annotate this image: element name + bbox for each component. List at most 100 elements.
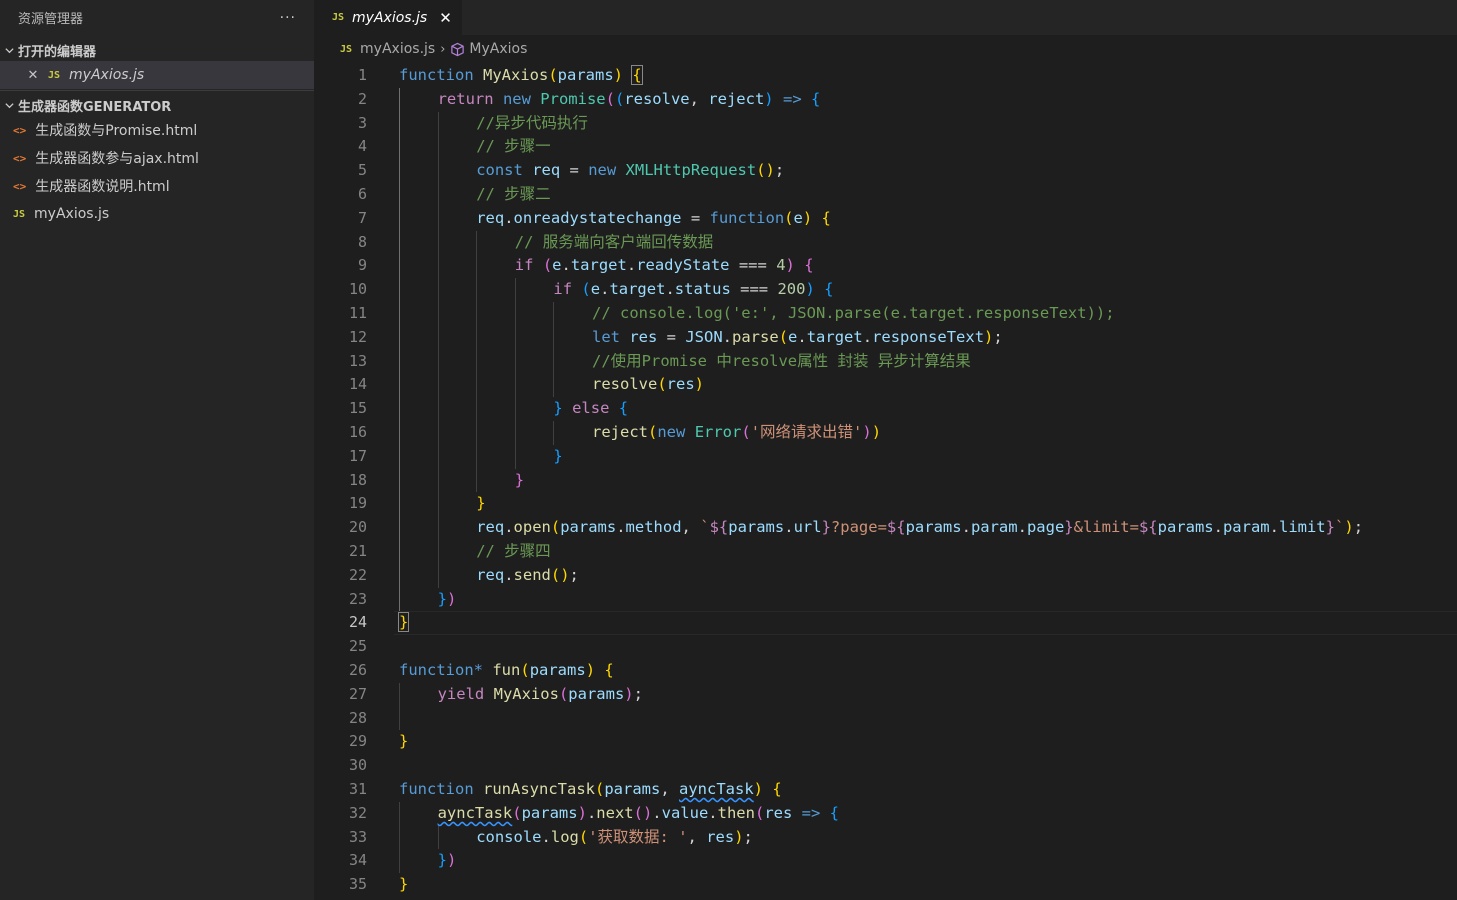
- code-token: ): [862, 423, 872, 441]
- code-token: ;: [1353, 518, 1364, 537]
- code-line[interactable]: 23}): [314, 588, 1457, 612]
- code-token: next: [596, 803, 634, 822]
- code-line[interactable]: 10 if (e.target.status === 200) {: [314, 278, 1457, 302]
- line-number: 31: [348, 780, 367, 798]
- breadcrumb-file[interactable]: myAxios.js: [360, 41, 435, 57]
- breadcrumb: JS myAxios.js › MyAxios: [314, 35, 1457, 63]
- breadcrumb-symbol[interactable]: MyAxios: [469, 41, 527, 57]
- more-actions-icon[interactable]: ···: [276, 8, 300, 28]
- code-line[interactable]: 22 req.send();: [314, 564, 1457, 588]
- code-token: responseText: [872, 327, 985, 346]
- open-editors-section-header[interactable]: 打开的编辑器: [0, 39, 314, 61]
- code-line[interactable]: 17}: [314, 445, 1457, 469]
- code-token: ,: [681, 518, 701, 537]
- code-line[interactable]: 20 req.open(params.method, `${params.url}…: [314, 516, 1457, 540]
- code-line[interactable]: 29}: [314, 730, 1457, 754]
- close-icon[interactable]: ✕: [439, 9, 452, 27]
- line-number: 22: [348, 565, 367, 584]
- code-token: // 服务端向客户端回传数据: [514, 232, 714, 251]
- code-token: (: [778, 327, 789, 346]
- tab-myaxios[interactable]: JS myAxios.js ✕: [314, 0, 462, 35]
- code-token: ;: [774, 161, 785, 180]
- code-line[interactable]: 7 req.onreadystatechange = function(e) {: [314, 207, 1457, 231]
- code-line[interactable]: 24}: [314, 611, 1457, 636]
- code-line[interactable]: 18}: [314, 469, 1457, 493]
- code-token: return: [437, 89, 494, 108]
- code-token: .: [708, 803, 718, 822]
- code-text: function* fun(params) {: [399, 659, 614, 683]
- code-token: ): [613, 66, 624, 84]
- code-text: }: [397, 611, 410, 635]
- file-item[interactable]: <> 生成器函数参与ajax.html: [0, 144, 314, 172]
- code-token: .: [504, 208, 514, 227]
- code-token: }: [399, 732, 409, 751]
- code-text: // 步骤四: [476, 540, 551, 564]
- code-token: `: [1335, 518, 1345, 537]
- code-line[interactable]: 3 //异步代码执行: [314, 112, 1457, 136]
- code-token: ===: [730, 280, 778, 299]
- code-line[interactable]: 32 ayncTask(params).next().value.then(res…: [314, 802, 1457, 826]
- code-line[interactable]: 31 function runAsyncTask(params, ayncTask…: [314, 778, 1457, 802]
- line-number: 14: [348, 375, 367, 394]
- code-line[interactable]: 1 function MyAxios(params) {: [314, 64, 1457, 88]
- code-line[interactable]: 35}: [314, 873, 1457, 897]
- code-line[interactable]: 4 // 步骤一: [314, 135, 1457, 159]
- line-number: 2: [357, 89, 367, 108]
- code-line[interactable]: 33 console.log('获取数据: ', res);: [314, 826, 1457, 850]
- code-line[interactable]: 13 //使用Promise 中resolve属性 封装 异步计算结果: [314, 350, 1457, 374]
- code-line[interactable]: 15} else {: [314, 397, 1457, 421]
- file-item[interactable]: <> 生成器函数说明.html: [0, 172, 314, 200]
- indent-guide: [514, 278, 516, 469]
- code-text: }: [476, 492, 485, 516]
- code-line[interactable]: 16 reject(new Error('网络请求出错')): [314, 421, 1457, 445]
- file-item[interactable]: JS myAxios.js: [0, 200, 314, 228]
- code-token: XMLHttpRequest: [625, 161, 757, 180]
- code-token: }: [1064, 518, 1074, 537]
- code-line[interactable]: 28: [314, 707, 1457, 731]
- code-line[interactable]: 19}: [314, 492, 1457, 516]
- folder-section-header[interactable]: 生成器函数GENERATOR: [0, 94, 314, 116]
- file-label: 生成器函数参与ajax.html: [35, 151, 199, 167]
- code-line[interactable]: 30: [314, 754, 1457, 778]
- code-line[interactable]: 14 resolve(res): [314, 373, 1457, 397]
- code-line[interactable]: 8 // 服务端向客户端回传数据: [314, 231, 1457, 255]
- line-number: 5: [357, 161, 367, 180]
- code-token: params: [529, 661, 586, 679]
- code-editor[interactable]: 1 function MyAxios(params) {2 return new P…: [314, 63, 1457, 900]
- code-token: .: [1017, 518, 1027, 537]
- code-token: then: [717, 803, 755, 822]
- line-number: 13: [348, 351, 367, 370]
- code-line[interactable]: 2 return new Promise((resolve, reject) =>…: [314, 88, 1457, 112]
- code-token: log: [550, 827, 579, 846]
- code-line[interactable]: 12 let res = JSON.parse(e.target.response…: [314, 326, 1457, 350]
- open-editor-item[interactable]: ✕ JS myAxios.js: [0, 61, 314, 89]
- code-line[interactable]: 11 // console.log('e:', JSON.parse(e.targ…: [314, 302, 1457, 326]
- code-token: req: [476, 565, 505, 584]
- code-line[interactable]: 26 function* fun(params) {: [314, 659, 1457, 683]
- code-token: =: [560, 161, 589, 180]
- file-item[interactable]: <> 生成函数与Promise.html: [0, 116, 314, 144]
- code-token: ;: [743, 827, 753, 846]
- code-line[interactable]: 6 // 步骤二: [314, 183, 1457, 207]
- code-token: ${: [886, 518, 906, 537]
- current-line-highlight: [394, 611, 1457, 636]
- code-token: function*: [399, 661, 483, 679]
- explorer-header: 资源管理器 ···: [0, 0, 314, 35]
- code-line[interactable]: 25: [314, 635, 1457, 659]
- close-icon[interactable]: ✕: [26, 68, 40, 83]
- code-text: // 步骤二: [476, 183, 551, 207]
- code-line[interactable]: 9 if (e.target.readyState === 4) {: [314, 254, 1457, 278]
- code-token: e: [552, 256, 562, 275]
- code-line[interactable]: 34}): [314, 849, 1457, 873]
- code-line[interactable]: 5 const req = new XMLHttpRequest();: [314, 159, 1457, 183]
- code-text: resolve(res): [592, 373, 704, 397]
- code-line[interactable]: 21 // 步骤四: [314, 540, 1457, 564]
- line-number: 23: [348, 589, 367, 608]
- code-token: .: [626, 256, 637, 275]
- code-line[interactable]: 27 yield MyAxios(params);: [314, 683, 1457, 707]
- code-token: if: [514, 256, 534, 275]
